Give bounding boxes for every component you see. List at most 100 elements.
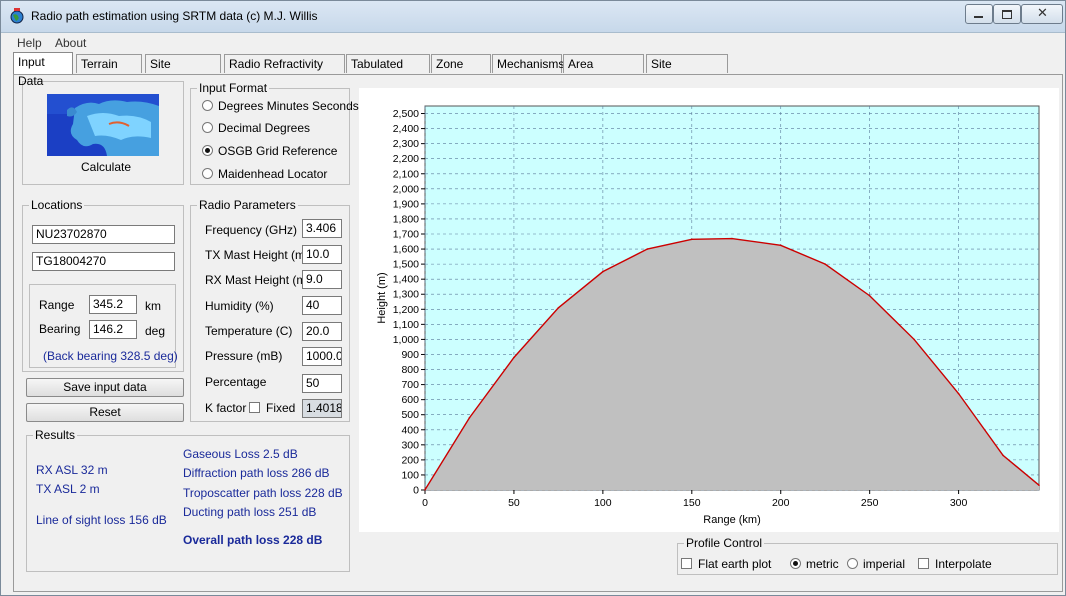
data-point — [1002, 454, 1004, 457]
tab-site-database[interactable]: Site Database — [145, 54, 221, 90]
percentage-label: Percentage — [205, 375, 267, 389]
profile-chart-svg: 01002003004005006007008009001,0001,1001,… — [376, 105, 1040, 526]
frequency-input[interactable]: 3.406 — [302, 219, 342, 238]
y-tick-label: 1,300 — [393, 289, 419, 301]
data-point — [424, 488, 426, 491]
y-tick-label: 2,000 — [393, 183, 419, 195]
reset-button[interactable]: Reset — [26, 403, 184, 422]
data-point — [691, 238, 693, 241]
tab-terrain-map[interactable]: Terrain Map — [76, 54, 142, 90]
y-tick-label: 1,500 — [393, 259, 419, 271]
flat-earth-label: Flat earth plot — [698, 557, 772, 571]
interpolate-checkbox[interactable] — [918, 558, 929, 569]
x-tick-label: 150 — [683, 497, 701, 509]
y-tick-label: 600 — [401, 394, 419, 406]
y-tick-label: 1,000 — [393, 334, 419, 346]
save-input-button[interactable]: Save input data — [26, 378, 184, 397]
imperial-label: imperial — [863, 557, 906, 571]
minimize-button[interactable] — [965, 4, 993, 24]
close-button[interactable]: ✕ — [1021, 4, 1063, 24]
percentage-input[interactable]: 50 — [302, 374, 342, 393]
y-tick-label: 300 — [401, 439, 419, 451]
profile-control-title: Profile Control — [684, 536, 765, 550]
y-tick-label: 2,300 — [393, 138, 419, 150]
flat-earth-checkbox[interactable] — [681, 558, 692, 569]
radio-dms-label: Degrees Minutes Seconds — [218, 99, 359, 113]
humidity-input[interactable]: 40 — [302, 296, 342, 315]
y-tick-label: 1,600 — [393, 244, 419, 256]
tab-mechanisms[interactable]: Mechanisms — [492, 54, 564, 73]
europe-map-icon[interactable] — [47, 94, 159, 156]
app-window: Radio path estimation using SRTM data (c… — [0, 0, 1066, 596]
y-tick-label: 1,900 — [393, 198, 419, 210]
overall-path-loss: Overall path loss 228 dB — [183, 533, 323, 547]
radio-dms[interactable] — [202, 100, 213, 111]
rx-asl: RX ASL 32 m — [36, 463, 108, 477]
location-2-input[interactable]: TG18004270 — [32, 252, 175, 271]
tx-mast-input[interactable]: 10.0 — [302, 245, 342, 264]
kfactor-value: 1.4018 — [302, 399, 342, 418]
location-1-input[interactable]: NU23702870 — [32, 225, 175, 244]
ducting-loss: Ducting path loss 251 dB — [183, 505, 317, 519]
frequency-label: Frequency (GHz) — [205, 223, 298, 237]
locations-title: Locations — [29, 198, 85, 212]
tab-tabulated-data[interactable]: Tabulated Data — [346, 54, 430, 90]
radio-parameters-title: Radio Parameters — [197, 198, 298, 212]
radio-maidenhead[interactable] — [202, 168, 213, 179]
y-tick-label: 2,500 — [393, 108, 419, 120]
tab-zone-map[interactable]: Zone Map — [431, 54, 491, 90]
x-tick-label: 200 — [772, 497, 790, 509]
data-point — [602, 270, 604, 273]
y-tick-label: 2,200 — [393, 153, 419, 165]
diffraction-loss: Diffraction path loss 286 dB — [183, 466, 330, 480]
y-tick-label: 0 — [413, 485, 419, 497]
radio-osgb[interactable] — [202, 145, 213, 156]
x-tick-label: 50 — [508, 497, 520, 509]
fixed-checkbox[interactable] — [249, 402, 260, 413]
calculate-label[interactable]: Calculate — [81, 160, 131, 174]
tab-site-evaluation[interactable]: Site Evaluation — [646, 54, 728, 90]
data-point — [779, 244, 782, 247]
europe-map-thumbnail — [47, 94, 159, 156]
rx-mast-input[interactable]: 9.0 — [302, 270, 342, 289]
y-tick-label: 900 — [401, 349, 419, 361]
window-title: Radio path estimation using SRTM data (c… — [31, 9, 318, 23]
data-point — [513, 356, 515, 359]
maximize-button[interactable] — [993, 4, 1021, 24]
profile-chart: 0 100 200 300 400 500 600 700 800 900 1,000 1,100 1,… — [359, 88, 1059, 532]
tab-radio-refractivity[interactable]: Radio Refractivity Data — [224, 54, 345, 90]
interpolate-label: Interpolate — [935, 557, 992, 571]
gaseous-loss: Gaseous Loss 2.5 dB — [183, 447, 298, 461]
tab-input-data[interactable]: Input Data — [13, 52, 73, 88]
tx-asl: TX ASL 2 m — [36, 482, 100, 496]
line-of-sight-loss: Line of sight loss 156 dB — [36, 513, 167, 527]
close-icon: ✕ — [1037, 5, 1048, 20]
title-bar: Radio path estimation using SRTM data (c… — [1, 1, 1065, 33]
kfactor-label: K factor — [205, 401, 247, 415]
globe-icon — [10, 8, 24, 24]
x-tick-label: 0 — [422, 497, 428, 509]
fixed-label: Fixed — [266, 401, 296, 415]
x-tick-label: 100 — [594, 497, 612, 509]
tab-area-coverage[interactable]: Area Coverage — [563, 54, 644, 90]
menu-help[interactable]: Help — [17, 36, 42, 50]
data-point — [824, 263, 827, 265]
y-tick-label: 2,400 — [393, 123, 419, 135]
pressure-label: Pressure (mB) — [205, 349, 283, 363]
pressure-input[interactable]: 1000.0 — [302, 347, 342, 366]
humidity-label: Humidity (%) — [205, 299, 274, 313]
x-tick-label: 250 — [861, 497, 879, 509]
data-point — [868, 294, 871, 297]
metric-radio[interactable] — [790, 558, 801, 569]
y-tick-label: 800 — [401, 364, 419, 376]
imperial-radio[interactable] — [847, 558, 858, 569]
menu-about[interactable]: About — [55, 36, 86, 50]
y-tick-label: 1,200 — [393, 304, 419, 316]
tx-mast-label: TX Mast Height (m) — [205, 248, 310, 262]
y-tick-label: 200 — [401, 454, 419, 466]
data-point — [1038, 484, 1040, 486]
results-title: Results — [33, 428, 78, 442]
radio-osgb-label: OSGB Grid Reference — [218, 144, 338, 158]
radio-decimal[interactable] — [202, 122, 213, 133]
temperature-input[interactable]: 20.0 — [302, 322, 342, 341]
